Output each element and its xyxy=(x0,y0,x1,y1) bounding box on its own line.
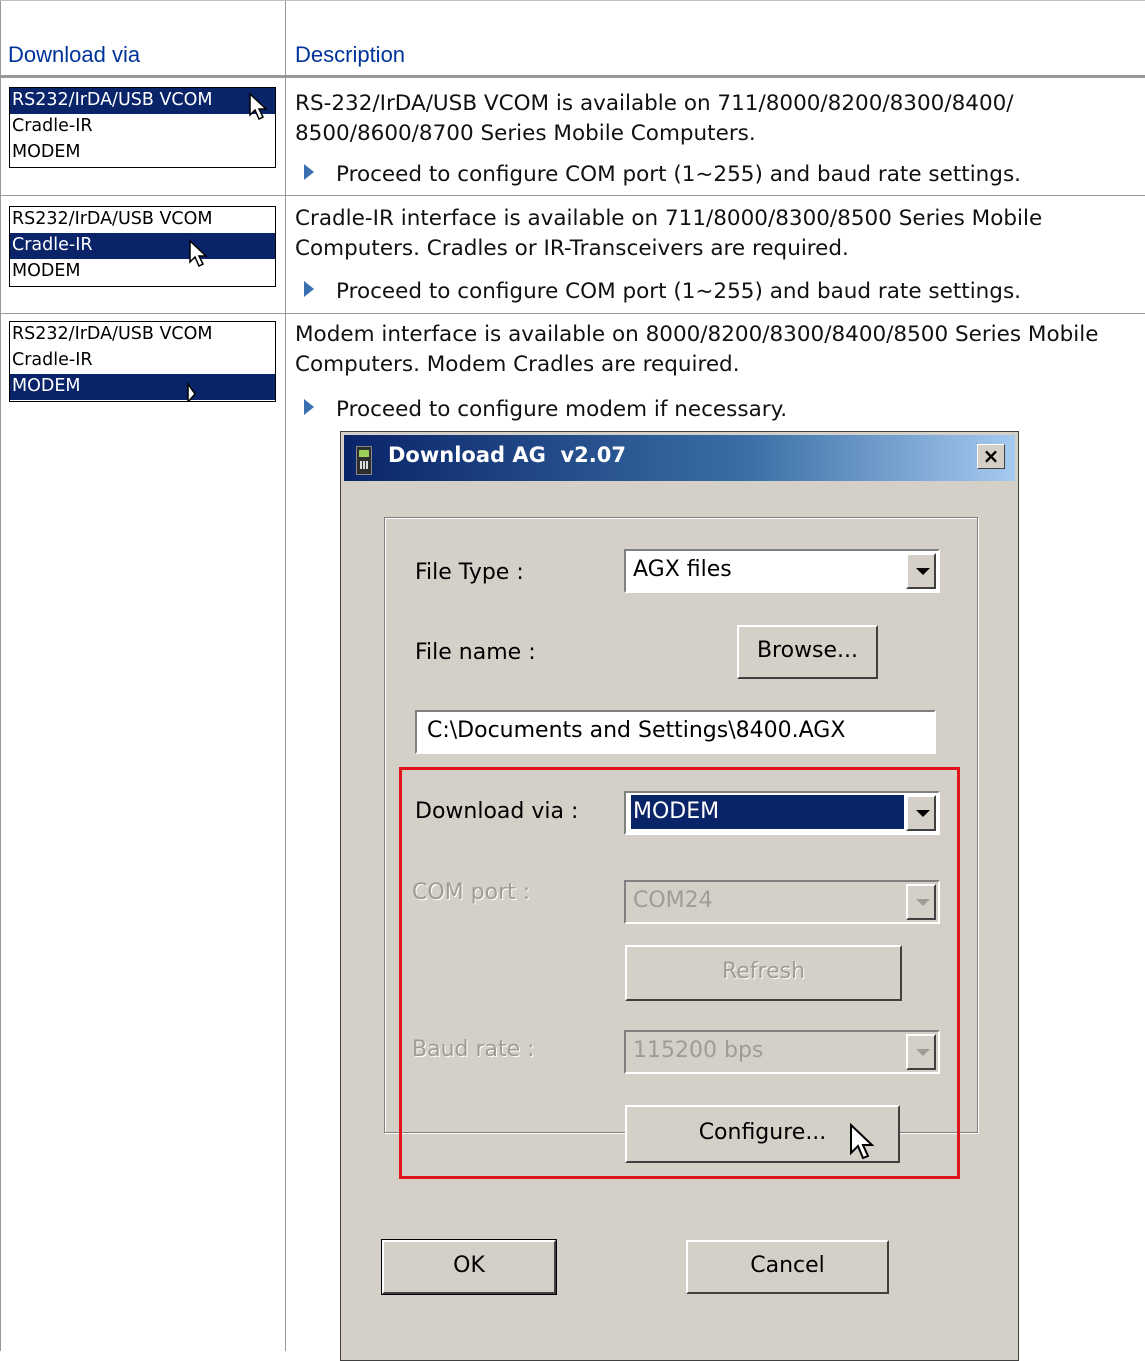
table-column-divider xyxy=(285,0,286,1351)
list-option: MODEM xyxy=(12,142,81,162)
row-description: Modem interface is available on 8000/820… xyxy=(295,322,1099,377)
listbox-thumbnail: RS232/IrDA/USB VCOM Cradle-IR MODEM xyxy=(9,321,276,402)
list-option: Cradle-IR xyxy=(12,350,93,370)
bullet-triangle-icon xyxy=(304,164,314,180)
list-option: MODEM xyxy=(12,261,81,281)
table-header-divider xyxy=(0,75,1145,78)
dialog-titlebar: Download AG v2.07 xyxy=(344,435,1015,481)
listbox-thumbnail: RS232/IrDA/USB VCOM Cradle-IR MODEM xyxy=(9,206,276,287)
cursor-icon xyxy=(249,92,268,121)
table-row-divider xyxy=(0,313,1145,314)
list-option: MODEM xyxy=(10,374,275,400)
file-type-select[interactable]: AGX files xyxy=(624,549,940,593)
mobile-computer-icon xyxy=(356,446,372,475)
file-type-value: AGX files xyxy=(633,557,732,582)
cancel-button[interactable]: Cancel xyxy=(686,1240,889,1294)
table-row-divider xyxy=(0,195,1145,196)
bullet-triangle-icon xyxy=(304,399,314,415)
row-description: Cradle-IR interface is available on 711/… xyxy=(295,206,1043,261)
highlight-box xyxy=(399,767,960,1179)
bullet-text: Proceed to configure COM port (1~255) an… xyxy=(336,162,1021,187)
chevron-down-icon[interactable] xyxy=(906,553,936,589)
ok-button[interactable]: OK xyxy=(381,1239,557,1295)
close-button[interactable]: × xyxy=(977,444,1005,469)
bullet-item: Proceed to configure modem if necessary. xyxy=(304,395,787,425)
list-option: RS232/IrDA/USB VCOM xyxy=(10,88,275,114)
cursor-icon xyxy=(189,239,208,268)
list-option: Cradle-IR xyxy=(10,233,275,259)
row-description: RS-232/IrDA/USB VCOM is available on 711… xyxy=(295,91,1014,146)
bullet-text: Proceed to configure COM port (1~255) an… xyxy=(336,279,1021,304)
bullet-text: Proceed to configure modem if necessary. xyxy=(336,397,788,422)
bullet-triangle-icon xyxy=(304,281,314,297)
table-border-left xyxy=(0,0,1,1351)
cursor-icon xyxy=(187,382,196,402)
list-option: RS232/IrDA/USB VCOM xyxy=(12,324,213,344)
header-description: Description xyxy=(295,42,406,67)
bullet-item: Proceed to configure COM port (1~255) an… xyxy=(304,160,1021,190)
listbox-thumbnail: RS232/IrDA/USB VCOM Cradle-IR MODEM xyxy=(9,87,276,168)
file-path-input[interactable]: C:\Documents and Settings\8400.AGX xyxy=(415,710,936,754)
header-download-via: Download via xyxy=(8,42,141,67)
table-top-border xyxy=(0,0,1145,1)
browse-button[interactable]: Browse... xyxy=(737,625,878,679)
file-type-label: File Type : xyxy=(415,560,524,585)
bullet-item: Proceed to configure COM port (1~255) an… xyxy=(304,277,1021,307)
list-option: RS232/IrDA/USB VCOM xyxy=(12,209,213,229)
list-option: Cradle-IR xyxy=(12,116,93,136)
file-name-label: File name : xyxy=(415,640,536,665)
dialog-title: Download AG v2.07 xyxy=(388,443,626,467)
